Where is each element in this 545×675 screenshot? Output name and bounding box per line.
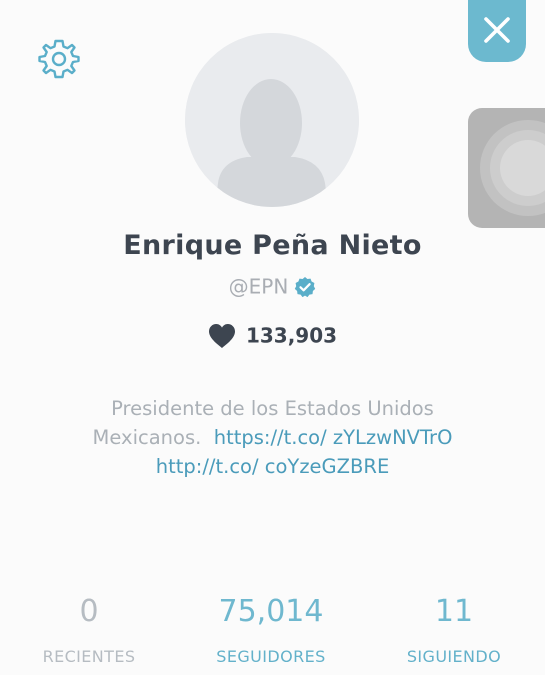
- recent-label: RECIENTES: [42, 647, 136, 666]
- stats-bar: 0 RECIENTES 75,014 SEGUIDORES 11 SIGUIEN…: [0, 592, 545, 675]
- gear-icon: [38, 39, 80, 79]
- bio-link-1-part-a: https://t.co/: [213, 426, 327, 449]
- handle-row: @EPN: [0, 273, 545, 299]
- followers-label: SEGUIDORES: [216, 647, 326, 666]
- verified-badge-icon: [295, 276, 316, 297]
- heart-icon: [208, 323, 235, 348]
- stat-followers[interactable]: 75,014 SEGUIDORES: [198, 592, 344, 668]
- bio-link-1[interactable]: https://t.co/ zYLzwNVTrO: [214, 426, 453, 449]
- profile-screen: Enrique Peña Nieto @EPN 133,903 Presiden…: [0, 0, 545, 675]
- hearts-row: 133,903: [0, 322, 545, 349]
- bio-link-2-part-a: http://t.co/: [155, 455, 259, 478]
- close-icon: [484, 17, 510, 43]
- bio-link-2[interactable]: http://t.co/ coYzeGZBRE: [156, 455, 390, 478]
- profile-handle: @EPN: [228, 274, 289, 299]
- recent-count: 0: [79, 594, 99, 629]
- following-label: SIGUIENDO: [406, 647, 502, 666]
- hearts-count: 133,903: [245, 323, 338, 348]
- profile-bio: Presidente de los Estados Unidos Mexican…: [80, 394, 465, 481]
- followers-count: 75,014: [218, 594, 324, 629]
- profile-name: Enrique Peña Nieto: [123, 230, 422, 261]
- avatar: [185, 33, 359, 207]
- following-count: 11: [434, 594, 474, 629]
- stat-recent[interactable]: 0 RECIENTES: [30, 592, 148, 668]
- broadcast-preview-button[interactable]: [468, 108, 545, 228]
- bio-link-1-part-b: zYLzwNVTrO: [332, 426, 453, 449]
- settings-button[interactable]: [36, 36, 82, 82]
- bio-link-2-part-b: coYzeGZBRE: [264, 455, 390, 478]
- default-avatar-icon: [185, 33, 359, 207]
- stat-following[interactable]: 11 SIGUIENDO: [392, 592, 516, 668]
- close-button[interactable]: [468, 0, 526, 62]
